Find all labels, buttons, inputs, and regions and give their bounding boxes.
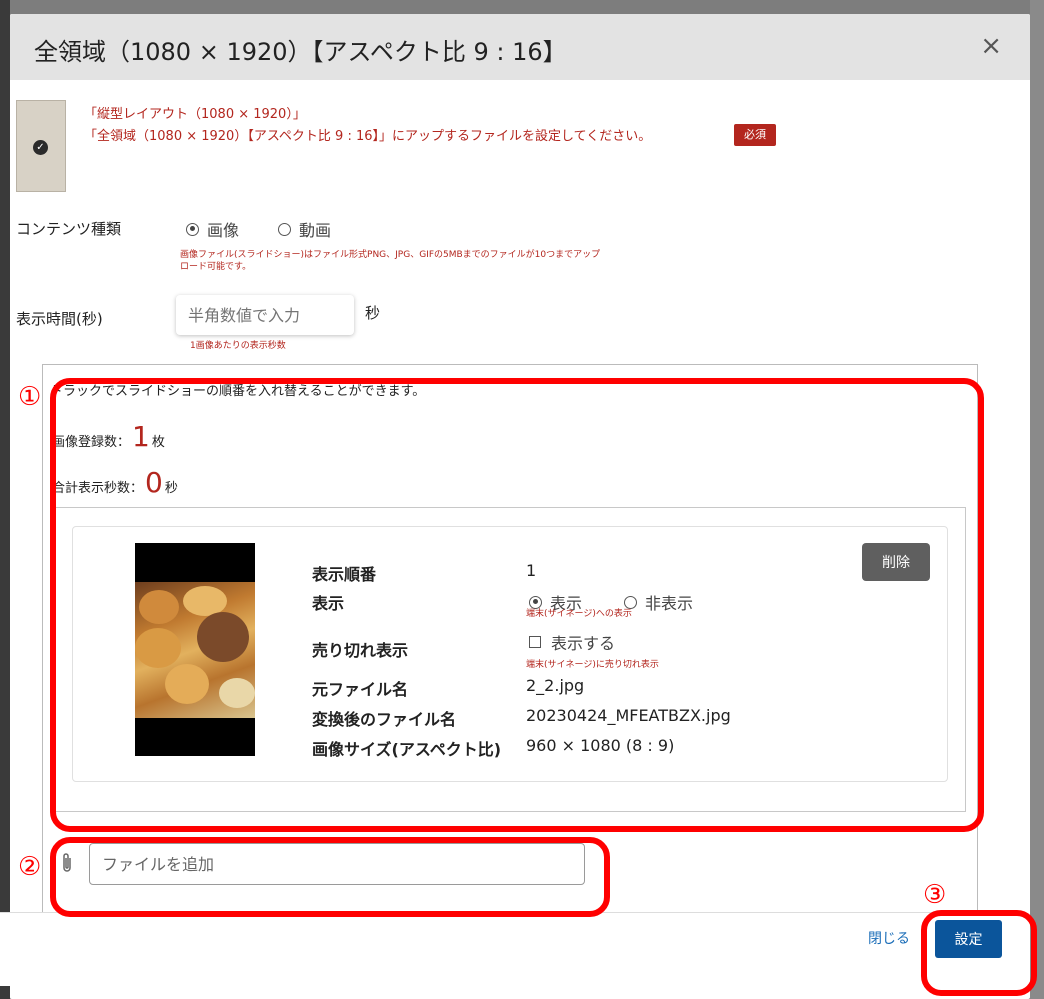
paperclip-icon[interactable] xyxy=(60,852,74,874)
radio-video[interactable]: 動画 xyxy=(278,217,331,241)
display-time-label: 表示時間(秒) xyxy=(16,310,103,328)
bun-shape xyxy=(219,678,255,708)
radio-checked-icon xyxy=(529,595,542,609)
order-value: 1 xyxy=(526,561,537,580)
soldout-checkbox-label: 表示する xyxy=(551,634,616,653)
set-button[interactable]: 設定 xyxy=(935,920,1002,958)
close-link[interactable]: 閉じる xyxy=(868,928,910,948)
total-seconds-label: 合計表示秒数： xyxy=(52,481,144,496)
radio-display-off[interactable]: 非表示 xyxy=(624,590,693,614)
image-size-value: 960 × 1080 (8 : 9) xyxy=(526,736,675,755)
layout-thumbnail[interactable]: ✓ xyxy=(16,100,66,192)
add-file-input[interactable] xyxy=(89,843,585,885)
dialog-footer xyxy=(0,912,1020,986)
content-type-label: コンテンツ種類 xyxy=(16,220,122,238)
total-seconds-value: 0 xyxy=(145,466,163,499)
display-time-unit: 秒 xyxy=(365,304,381,322)
bun-shape xyxy=(165,664,209,704)
soldout-checkbox[interactable]: 表示する xyxy=(529,630,615,654)
display-time-input[interactable] xyxy=(176,295,354,335)
radio-checked-icon xyxy=(186,222,199,236)
original-name-value: 2_2.jpg xyxy=(526,676,585,695)
radio-image[interactable]: 画像 xyxy=(186,217,239,241)
radio-display-off-label: 非表示 xyxy=(645,594,694,613)
image-count: 画像登録数： 1 枚 xyxy=(52,420,165,453)
content-type-help-line-2: ロード可能です。 xyxy=(180,262,252,272)
dialog-title: 全領域（1080 × 1920）【アスペクト比 9 : 16】 xyxy=(34,38,567,66)
radio-unchecked-icon xyxy=(278,222,291,236)
bun-shape xyxy=(139,590,179,624)
bun-shape xyxy=(135,628,181,668)
total-seconds-unit: 秒 xyxy=(164,481,178,496)
bun-shape xyxy=(197,612,249,662)
order-label: 表示順番 xyxy=(312,565,377,584)
checkbox-icon xyxy=(529,636,541,648)
backdrop-left xyxy=(0,0,10,999)
delete-button[interactable]: 削除 xyxy=(862,543,930,581)
bread-photo xyxy=(135,582,255,718)
required-badge: 必須 xyxy=(734,124,776,146)
annotation-number-3: ③ xyxy=(923,880,947,910)
content-type-help-line-1: 画像ファイル(スライドショー)はファイル形式PNG、JPG、GIFの5MBまでの… xyxy=(180,250,601,260)
radio-image-label: 画像 xyxy=(207,221,240,240)
converted-name-label: 変換後のファイル名 xyxy=(312,710,457,729)
annotation-number-2: ② xyxy=(18,852,42,882)
image-size-label: 画像サイズ(アスペクト比) xyxy=(312,740,502,759)
close-icon[interactable]: × xyxy=(980,32,1002,60)
check-icon: ✓ xyxy=(33,140,48,155)
notice-text: 「縦型レイアウト（1080 × 1920）」 「全領域（1080 × 1920）… xyxy=(84,104,651,148)
notice-line-1: 「縦型レイアウト（1080 × 1920）」 xyxy=(84,107,306,122)
display-time-help: 1画像あたりの表示秒数 xyxy=(190,341,286,351)
backdrop-right xyxy=(1030,0,1044,999)
soldout-help: 端末(サイネージ)に売り切れ表示 xyxy=(526,660,659,670)
original-name-label: 元ファイル名 xyxy=(312,680,409,699)
radio-video-label: 動画 xyxy=(299,221,332,240)
dialog-header: 全領域（1080 × 1920）【アスペクト比 9 : 16】 × xyxy=(10,14,1030,80)
display-label: 表示 xyxy=(312,594,345,613)
converted-name-value: 20230424_MFEATBZX.jpg xyxy=(526,706,731,725)
notice-line-2: 「全領域（1080 × 1920）【アスペクト比 9 : 16】」にアップするフ… xyxy=(84,129,652,144)
radio-unchecked-icon xyxy=(624,595,637,609)
image-count-label: 画像登録数： xyxy=(52,435,131,450)
soldout-label: 売り切れ表示 xyxy=(312,641,409,660)
image-count-value: 1 xyxy=(132,420,150,453)
drag-hint: ドラックでスライドショーの順番を入れ替えることができます。 xyxy=(50,384,426,399)
display-help: 端末(サイネージ)への表示 xyxy=(526,609,632,619)
total-seconds: 合計表示秒数： 0 秒 xyxy=(52,466,178,499)
annotation-number-1: ① xyxy=(18,382,42,412)
image-preview xyxy=(135,543,255,756)
image-count-unit: 枚 xyxy=(151,435,165,450)
content-type-help: 画像ファイル(スライドショー)はファイル形式PNG、JPG、GIFの5MBまでの… xyxy=(180,249,600,273)
